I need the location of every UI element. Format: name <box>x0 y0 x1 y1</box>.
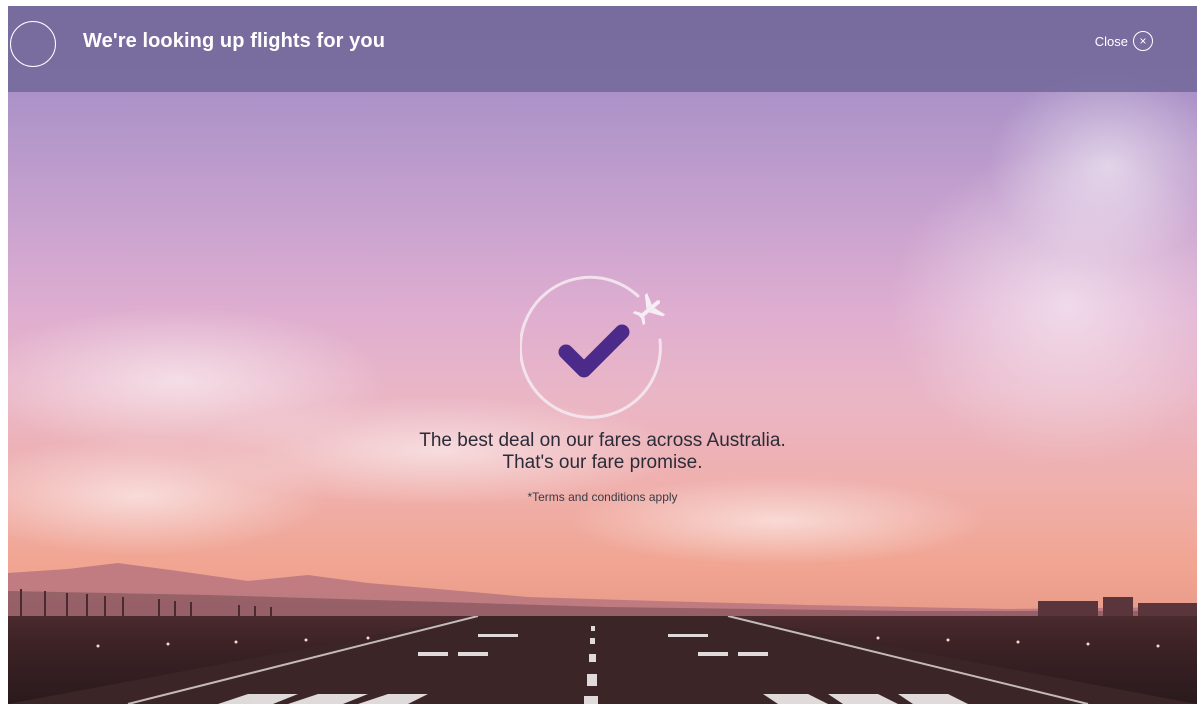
fare-promise-line-2: That's our fare promise. <box>502 452 703 473</box>
terms-note: *Terms and conditions apply <box>527 490 678 504</box>
loading-ring-icon <box>10 21 56 67</box>
runway <box>8 616 1197 704</box>
checkmark-plane-icon <box>520 275 666 419</box>
close-button[interactable]: Close × <box>1095 31 1153 51</box>
loading-header: We're looking up flights for you Close × <box>8 6 1197 92</box>
fare-promise-line-1: The best deal on our fares across Austra… <box>419 430 786 451</box>
page-title: We're looking up flights for you <box>83 30 386 52</box>
loading-overlay: We're looking up flights for you Close ×… <box>8 6 1197 704</box>
close-icon: × <box>1133 31 1153 51</box>
fare-promise-message: The best deal on our fares across Austra… <box>8 430 1197 474</box>
close-label: Close <box>1094 33 1128 49</box>
